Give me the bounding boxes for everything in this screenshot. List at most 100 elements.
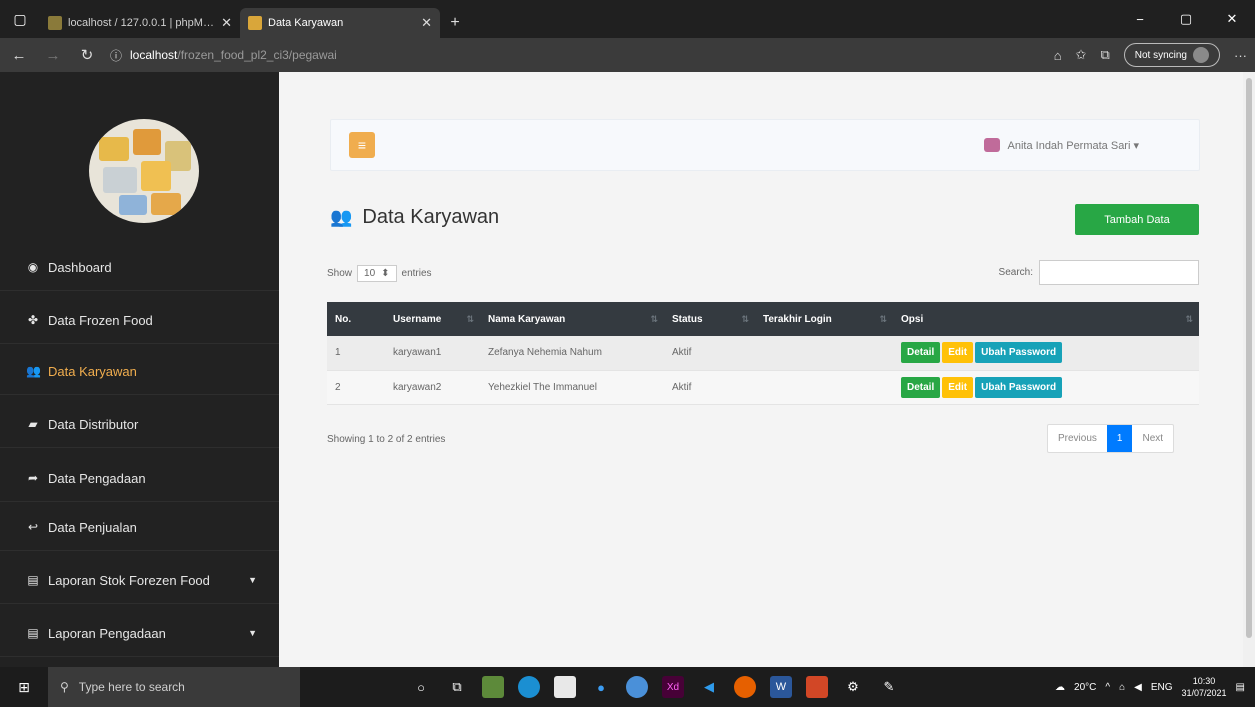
cell-login: [755, 370, 893, 405]
new-tab-button[interactable]: +: [440, 8, 470, 38]
dashboard-icon: ◉: [27, 260, 39, 274]
store-icon[interactable]: [554, 676, 576, 698]
search-label: Search:: [998, 267, 1033, 278]
entries-label: entries: [401, 268, 432, 279]
adobe-xd-icon[interactable]: Xd: [662, 676, 684, 698]
taskbar-search[interactable]: ⚲ Type here to search: [48, 667, 300, 707]
user-menu[interactable]: Anita Indah Permata Sari ▾: [983, 138, 1139, 152]
task-view-icon[interactable]: ⧉: [446, 676, 468, 698]
cell-login: [755, 336, 893, 371]
language[interactable]: ENG: [1151, 682, 1173, 693]
sidebar-item-data-frozen-food[interactable]: ✤ Data Frozen Food: [0, 297, 279, 344]
minecraft-icon[interactable]: [482, 676, 504, 698]
sidebar-item-data-penjualan[interactable]: ↩ Data Penjualan: [0, 504, 279, 551]
edge-icon[interactable]: [518, 676, 540, 698]
clock[interactable]: 10:30 31/07/2021: [1182, 675, 1227, 699]
sort-icon: ⇅: [741, 314, 749, 324]
minimize-icon[interactable]: −: [1117, 12, 1163, 27]
read-aloud-icon[interactable]: ⌂: [1054, 48, 1062, 63]
sync-label: Not syncing: [1134, 49, 1187, 61]
change-password-button[interactable]: Ubah Password: [975, 342, 1063, 364]
sidebar-toggle-button[interactable]: ≡: [349, 132, 375, 158]
column-header-username[interactable]: Username ⇅: [385, 302, 480, 336]
cell-status: Aktif: [664, 370, 755, 405]
page-1-button[interactable]: 1: [1106, 425, 1133, 452]
employee-table: No. Username ⇅ Nama Karyawan ⇅ Status ⇅ Ter…: [327, 302, 1199, 405]
next-page-button[interactable]: Next: [1132, 425, 1173, 452]
share-icon: ➦: [27, 471, 39, 485]
weather-temp[interactable]: 20°C: [1074, 682, 1096, 693]
maximize-icon[interactable]: ▢: [1163, 11, 1209, 27]
table-header-row: No. Username ⇅ Nama Karyawan ⇅ Status ⇅ Ter…: [327, 302, 1199, 336]
search-icon: ⚲: [60, 680, 69, 694]
change-password-button[interactable]: Ubah Password: [975, 376, 1063, 398]
profile-sync-button[interactable]: Not syncing: [1123, 43, 1220, 67]
scrollbar-thumb[interactable]: [1246, 78, 1252, 638]
sidebar-item-label: Data Frozen Food: [48, 312, 153, 328]
add-data-button[interactable]: Tambah Data: [1075, 204, 1199, 235]
sidebar-item-laporan-stok[interactable]: ▤ Laporan Stok Forezen Food ▼: [0, 557, 279, 604]
volume-icon[interactable]: ◀: [1134, 682, 1142, 693]
entries-length-select[interactable]: 10 ⬍: [357, 265, 397, 282]
edit-button[interactable]: Edit: [942, 376, 974, 398]
column-header-terakhir-login[interactable]: Terakhir Login ⇅: [755, 302, 893, 336]
more-menu-icon[interactable]: ···: [1234, 48, 1247, 63]
taskbar: ⊞ ⚲ Type here to search ○ ⧉ ● Xd ◀ W ⚙ ✎…: [0, 667, 1255, 707]
powerpoint-icon[interactable]: [806, 676, 828, 698]
messenger-icon[interactable]: ●: [590, 676, 612, 698]
settings-gear-icon[interactable]: ⚙: [842, 676, 864, 698]
sidebar-item-data-karyawan[interactable]: 👥 Data Karyawan: [0, 348, 279, 395]
user-avatar-icon: [983, 138, 1000, 152]
back-icon[interactable]: ←: [8, 47, 30, 64]
favorites-icon[interactable]: ✩: [1076, 47, 1087, 63]
users-icon: 👥: [330, 207, 353, 227]
close-tab-icon[interactable]: ✕: [221, 15, 232, 31]
weather-icon[interactable]: ☁: [1055, 682, 1065, 693]
search-input[interactable]: [1039, 260, 1199, 285]
sidebar-item-label: Laporan Stok Forezen Food: [48, 572, 210, 588]
close-tab-icon[interactable]: ✕: [421, 15, 432, 31]
previous-page-button[interactable]: Previous: [1048, 425, 1107, 452]
site-favicon-icon: [248, 16, 262, 30]
phpmyadmin-favicon-icon: [48, 16, 62, 30]
sidebar-item-dashboard[interactable]: ◉ Dashboard: [0, 244, 279, 291]
close-window-icon[interactable]: ✕: [1209, 11, 1255, 27]
vscode-icon[interactable]: ◀: [698, 676, 720, 698]
info-icon[interactable]: ⓘ: [110, 47, 122, 64]
column-header-status[interactable]: Status ⇅: [664, 302, 755, 336]
detail-button[interactable]: Detail: [901, 376, 941, 398]
notifications-icon[interactable]: ▤: [1236, 682, 1245, 693]
tab-actions-icon[interactable]: ▢: [0, 0, 40, 38]
word-icon[interactable]: W: [770, 676, 792, 698]
chrome-icon[interactable]: [626, 676, 648, 698]
refresh-icon[interactable]: ↻: [76, 46, 98, 64]
chevron-up-icon[interactable]: ^: [1105, 682, 1110, 693]
profile-avatar-icon: [1193, 47, 1209, 63]
column-header-nama-karyawan[interactable]: Nama Karyawan ⇅: [480, 302, 664, 336]
column-header-no[interactable]: No.: [327, 302, 385, 336]
forward-icon[interactable]: →: [42, 47, 64, 64]
table-row: 2 karyawan2 Yehezkiel The Immanuel Aktif…: [327, 370, 1199, 405]
detail-button[interactable]: Detail: [901, 342, 941, 364]
cell-no: 1: [327, 336, 385, 371]
browser-tab-phpmyadmin[interactable]: localhost / 127.0.0.1 | phpMyAdmin ✕: [40, 8, 240, 38]
firefox-icon[interactable]: [734, 676, 756, 698]
table-info: Showing 1 to 2 of 2 entries: [327, 434, 446, 445]
browser-tab-data-karyawan[interactable]: Data Karyawan ✕: [240, 8, 440, 38]
sidebar-item-laporan-pengadaan[interactable]: ▤ Laporan Pengadaan ▼: [0, 610, 279, 657]
column-header-opsi[interactable]: Opsi ⇅: [893, 302, 1199, 336]
sidebar-item-label: Data Distributor: [48, 416, 139, 432]
sidebar-item-label: Data Penjualan: [48, 519, 137, 535]
url-field[interactable]: ⓘ localhost/frozen_food_pl2_ci3/pegawai: [110, 43, 1042, 67]
windows-start-icon[interactable]: ⊞: [0, 679, 48, 696]
network-icon[interactable]: ⌂: [1119, 682, 1125, 693]
cortana-icon[interactable]: ○: [410, 676, 432, 698]
sidebar-item-data-distributor[interactable]: ▰ Data Distributor: [0, 401, 279, 448]
collections-icon[interactable]: ⧉: [1100, 47, 1109, 63]
page-viewport: ◉ Dashboard ✤ Data Frozen Food 👥 Data Ka…: [0, 72, 1255, 667]
sidebar-item-label: Dashboard: [48, 259, 112, 275]
sidebar-item-data-pengadaan[interactable]: ➦ Data Pengadaan: [0, 455, 279, 502]
tool-icon[interactable]: ✎: [878, 676, 900, 698]
page-scrollbar[interactable]: [1243, 72, 1255, 667]
edit-button[interactable]: Edit: [942, 342, 974, 364]
